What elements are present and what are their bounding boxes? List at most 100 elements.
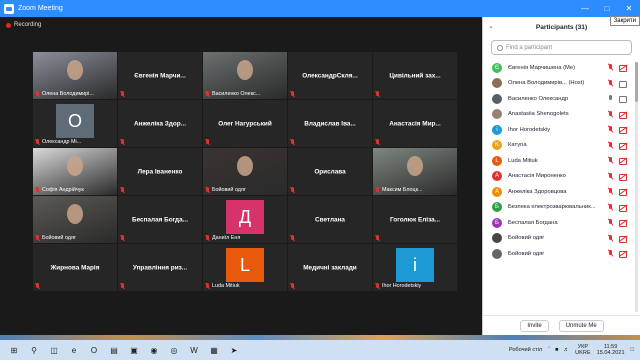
video-tile[interactable]: Беспалая Богда... [118, 196, 202, 243]
files-icon[interactable]: ▦ [208, 344, 220, 356]
camera-off-icon[interactable] [619, 65, 627, 72]
video-tile[interactable]: Лера Іваненко [118, 148, 202, 195]
camera-off-icon[interactable] [619, 111, 627, 119]
minimize-icon[interactable]: — [574, 0, 596, 17]
zoom-icon[interactable]: ◉ [148, 344, 160, 356]
telegram-icon[interactable]: ➤ [228, 344, 240, 356]
mic-muted-icon[interactable] [608, 110, 613, 118]
mic-muted-icon[interactable] [608, 64, 613, 71]
video-tile[interactable]: Медичні заклади [288, 244, 372, 291]
participants-scrollbar[interactable] [635, 62, 638, 312]
video-tile[interactable]: Жирнова Марія [33, 244, 117, 291]
network-icon[interactable]: ■ [555, 347, 558, 353]
camera-off-icon[interactable] [619, 220, 627, 227]
tile-status [375, 91, 382, 97]
opera-icon[interactable]: O [88, 344, 100, 356]
video-tile[interactable]: Анжеліка Здор... [118, 100, 202, 147]
video-tile[interactable]: Олена Володимирі... [33, 52, 117, 99]
unmute-me-button[interactable]: Unmute Me [558, 319, 604, 332]
notifications-icon[interactable]: □ [631, 347, 634, 353]
video-tile[interactable]: Светлана [288, 196, 372, 243]
edge-icon[interactable]: e [68, 344, 80, 356]
participant-search-input[interactable]: Find a participant [491, 40, 632, 55]
camera-icon[interactable] [619, 96, 627, 103]
participant-name: Бойовий одяг [212, 187, 246, 193]
participant-row[interactable]: Бойовий одяг [483, 246, 640, 262]
volume-icon[interactable]: ♬ [563, 347, 569, 353]
mic-icon[interactable] [608, 95, 613, 102]
camera-off-icon[interactable] [619, 235, 627, 243]
video-tile[interactable]: Євгенія Марчи... [118, 52, 202, 99]
camera-off-icon[interactable] [619, 173, 627, 181]
participant-row[interactable]: Василенко Олександр [483, 91, 640, 107]
participant-row[interactable]: Олена Володимирів... (Host) [483, 76, 640, 92]
close-icon[interactable]: ✕ [618, 0, 640, 17]
search-icon[interactable]: ⚲ [28, 344, 40, 356]
mic-muted-icon[interactable] [608, 250, 613, 257]
camera-off-icon[interactable] [619, 158, 627, 165]
camera-off-icon[interactable] [619, 127, 627, 134]
video-tile[interactable]: Цивільний зах... [373, 52, 457, 99]
chrome-icon[interactable]: ◎ [168, 344, 180, 356]
desktop-label[interactable]: Робочий стіл [509, 347, 542, 353]
participant-row[interactable]: L Luda Mitiuk [483, 153, 640, 169]
camera-off-icon[interactable] [619, 251, 627, 258]
invite-button[interactable]: Invite [520, 319, 549, 332]
task-view-icon[interactable]: ◫ [48, 344, 60, 356]
camera-off-icon[interactable] [619, 204, 627, 212]
video-tile[interactable]: Д Даниїл Еня [203, 196, 287, 243]
folder-icon[interactable]: ▤ [108, 344, 120, 356]
language-indicator[interactable]: УКР UKRE [575, 344, 591, 357]
participant-name: Беспалая Богда... [131, 216, 188, 223]
mic-muted-icon[interactable] [608, 126, 613, 133]
start-icon[interactable]: ⊞ [8, 344, 20, 356]
mic-muted-icon[interactable] [608, 79, 613, 87]
tray-arrow-icon[interactable]: ˆ [548, 347, 550, 353]
video-tile[interactable]: Управління риз... [118, 244, 202, 291]
mic-muted-icon[interactable] [608, 157, 613, 164]
video-tile[interactable]: O Олександр Мі... [33, 100, 117, 147]
recording-indicator[interactable]: Recording [6, 22, 41, 28]
video-tile[interactable]: Василенко Олекс... [203, 52, 287, 99]
participant-row[interactable]: Б Безпека електрозварювальник... [483, 200, 640, 216]
video-tile[interactable]: Софія Андрійчук [33, 148, 117, 195]
participant-row[interactable]: Є Євгенія Марчишена (Me) [483, 60, 640, 76]
word-icon[interactable]: W [188, 344, 200, 356]
participant-row[interactable]: i Ihor Horodetskiy [483, 122, 640, 138]
video-tile[interactable]: Владислав Іва... [288, 100, 372, 147]
mic-muted-icon [290, 187, 295, 193]
participant-row[interactable]: Б Беспалая Богдана [483, 215, 640, 231]
video-tile[interactable]: Бойовий одяг [33, 196, 117, 243]
camera-off-icon[interactable] [619, 189, 627, 196]
participant-status-icons [608, 64, 627, 72]
store-icon[interactable]: ▣ [128, 344, 140, 356]
mic-muted-icon[interactable] [608, 219, 613, 226]
maximize-icon[interactable]: □ [596, 0, 618, 17]
camera-icon[interactable] [619, 80, 627, 88]
video-tile[interactable]: Гоголюк Еліза... [373, 196, 457, 243]
participant-row[interactable]: A Анжеліка Здоровцова [483, 184, 640, 200]
video-tile[interactable]: Анастасія Мир... [373, 100, 457, 147]
participant-row[interactable]: A Анастасія Мироненко [483, 169, 640, 185]
chevron-down-icon[interactable]: ⌄ [488, 22, 494, 30]
participant-row[interactable]: Бойовий одяг [483, 231, 640, 247]
video-tile[interactable]: Олег Нагурський [203, 100, 287, 147]
video-tile[interactable]: Максим Блоцк... [373, 148, 457, 195]
video-tile[interactable]: i Ihor Horodetskiy [373, 244, 457, 291]
participant-row[interactable]: Anastasiia Shenogolets [483, 107, 640, 123]
participant-name: Лера Іваненко [137, 168, 183, 175]
mic-muted-icon[interactable] [608, 172, 613, 180]
mic-muted-icon[interactable] [608, 203, 613, 211]
video-tile[interactable]: L Luda Mitiuk [203, 244, 287, 291]
clock[interactable]: 11:59 15.04.2021 [597, 344, 625, 357]
tile-label: Ihor Horodetskiy [375, 283, 421, 289]
mic-muted-icon[interactable] [608, 234, 613, 242]
camera-off-icon[interactable] [619, 142, 627, 150]
tile-status [290, 235, 297, 241]
video-tile[interactable]: Орислава [288, 148, 372, 195]
video-tile[interactable]: ОлександрСкля... [288, 52, 372, 99]
mic-muted-icon[interactable] [608, 188, 613, 195]
video-tile[interactable]: Бойовий одяг [203, 148, 287, 195]
participant-row[interactable]: K Катуna [483, 138, 640, 154]
mic-muted-icon[interactable] [608, 141, 613, 149]
